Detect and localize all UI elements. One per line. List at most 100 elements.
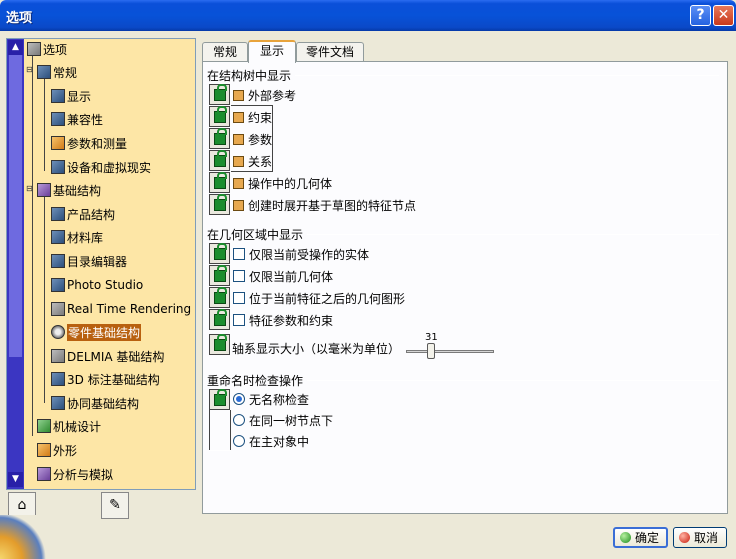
tree-item-parameters[interactable]: 参数和测量 [51, 134, 127, 152]
option-constraints[interactable]: 约束 [233, 107, 272, 127]
mechanical-design-icon [37, 419, 51, 433]
ok-button[interactable]: 确定 [613, 527, 668, 548]
tree-item-mechanical-design[interactable]: 机械设计 [37, 417, 101, 435]
option-current-operated-solid[interactable]: 仅限当前受操作的实体 [233, 244, 369, 264]
lock-toggle-button[interactable] [209, 333, 230, 355]
tab-general[interactable]: 常规 [202, 42, 248, 62]
lock-icon [213, 388, 227, 406]
lock-icon [213, 264, 227, 282]
tab-display[interactable]: 显示 [248, 40, 296, 63]
lock-toggle-button[interactable] [209, 286, 230, 308]
tree-item-general[interactable]: 常规 [37, 63, 77, 81]
help-button[interactable]: ? [690, 5, 711, 26]
tree-item-infrastructure[interactable]: 基础结构 [37, 181, 101, 199]
option-parameters[interactable]: 参数 [233, 129, 272, 149]
cancel-red-dot-icon [679, 532, 690, 543]
tree-item-photo-studio[interactable]: Photo Studio [51, 276, 143, 294]
scroll-up-arrow-icon[interactable]: ▲ [8, 40, 23, 55]
tree-item-shape[interactable]: 外形 [37, 441, 77, 459]
tree-connector [44, 197, 45, 403]
lock-toggle-button[interactable] [209, 388, 230, 410]
close-button[interactable]: ✕ [713, 5, 734, 26]
options-dialog: 选项 ? ✕ ▲ ▼ ⊟ ⊟ 选项 常规 显示 兼容性 参数和测量 设备和虚拟现… [0, 0, 736, 559]
tree-item-real-time-rendering[interactable]: Real Time Rendering [51, 300, 191, 318]
radio-group-bar [209, 450, 231, 451]
tree-item-compatibility[interactable]: 兼容性 [51, 110, 103, 128]
radio-selected[interactable] [233, 393, 245, 405]
tree-item-3d-annotation[interactable]: 3D 标注基础结构 [51, 370, 160, 388]
lock-icon [213, 308, 227, 326]
lock-toggle-button[interactable] [209, 308, 230, 330]
expand-toggle-icon[interactable]: ⊟ [26, 184, 33, 193]
tree-item-delmia[interactable]: DELMIA 基础结构 [51, 347, 164, 365]
lock-toggle-button[interactable] [209, 83, 230, 105]
axis-size-slider-track[interactable] [406, 350, 494, 353]
lock-toggle-button[interactable] [209, 171, 230, 193]
lock-icon [213, 149, 227, 167]
checkbox-checked[interactable] [233, 111, 244, 123]
scroll-thumb[interactable] [9, 55, 22, 357]
lock-toggle-button[interactable] [209, 105, 230, 127]
checkbox-unchecked[interactable] [233, 292, 245, 304]
lock-icon [213, 286, 227, 304]
expand-toggle-icon[interactable]: ⊟ [26, 65, 33, 74]
lock-toggle-button[interactable] [209, 242, 230, 264]
cancel-button[interactable]: 取消 [673, 527, 727, 548]
tree-item-part-infrastructure[interactable]: 零件基础结构 [51, 323, 142, 341]
lock-toggle-button[interactable] [209, 193, 230, 215]
group-title-geometry-display: 在几何区域中显示 [207, 226, 308, 243]
radio-main-object[interactable]: 在主对象中 [233, 431, 309, 451]
display-icon [51, 89, 65, 103]
checkbox-checked[interactable] [233, 89, 244, 101]
devices-vr-icon [51, 160, 65, 174]
checkbox-checked[interactable] [233, 177, 244, 189]
tree-item-options[interactable]: 选项 [27, 40, 67, 58]
option-feature-params-constraints[interactable]: 特征参数和约束 [233, 310, 333, 330]
tree-scrollbar[interactable]: ▲ ▼ [7, 39, 24, 489]
tree-tool-button-2[interactable]: ✎ [101, 492, 129, 519]
product-structure-icon [51, 207, 65, 221]
checkbox-checked[interactable] [233, 155, 244, 167]
gear-icon [51, 325, 65, 339]
lock-toggle-button[interactable] [209, 264, 230, 286]
tab-part-document[interactable]: 零件文档 [296, 42, 364, 62]
tree-item-analysis-simulation[interactable]: 分析与模拟 [37, 465, 113, 483]
parameters-measure-icon [51, 136, 65, 150]
option-relations[interactable]: 关系 [233, 151, 272, 171]
tree-item-collaboration[interactable]: 协同基础结构 [51, 394, 139, 412]
option-external-references[interactable]: 外部参考 [233, 85, 296, 105]
catalog-editor-icon [51, 254, 65, 268]
options-tree[interactable]: ▲ ▼ ⊟ ⊟ 选项 常规 显示 兼容性 参数和测量 设备和虚拟现实 基础结构 … [6, 38, 196, 490]
lock-icon [213, 193, 227, 211]
lock-toggle-button[interactable] [209, 149, 230, 171]
title-bar[interactable]: 选项 ? ✕ [0, 0, 736, 31]
tree-item-product-structure[interactable]: 产品结构 [51, 205, 115, 223]
lock-toggle-button[interactable] [209, 127, 230, 149]
tree-connector [44, 79, 45, 171]
lock-icon [213, 242, 227, 260]
axis-size-slider-thumb[interactable] [427, 343, 435, 359]
checkbox-checked[interactable] [233, 133, 244, 145]
radio-unselected[interactable] [233, 435, 245, 447]
checkbox-unchecked[interactable] [233, 314, 245, 326]
checkbox-unchecked[interactable] [233, 248, 245, 260]
tree-item-devices-vr[interactable]: 设备和虚拟现实 [51, 158, 151, 176]
radio-unselected[interactable] [233, 414, 245, 426]
decorative-corner [0, 515, 46, 559]
tree-item-material-library[interactable]: 材料库 [51, 228, 103, 246]
radio-same-tree-node[interactable]: 在同一树节点下 [233, 410, 333, 430]
checkbox-checked[interactable] [233, 199, 244, 211]
option-bodies-in-operation[interactable]: 操作中的几何体 [233, 173, 332, 193]
option-current-body-only[interactable]: 仅限当前几何体 [233, 266, 333, 286]
option-geometry-after-current-feature[interactable]: 位于当前特征之后的几何图形 [233, 288, 405, 308]
radio-no-name-check[interactable]: 无名称检查 [233, 389, 309, 409]
collaboration-icon [51, 396, 65, 410]
tree-item-catalog-editor[interactable]: 目录编辑器 [51, 252, 127, 270]
delmia-icon [51, 349, 65, 363]
lock-icon [213, 127, 227, 145]
scroll-down-arrow-icon[interactable]: ▼ [8, 472, 23, 487]
infrastructure-icon [37, 183, 51, 197]
checkbox-unchecked[interactable] [233, 270, 245, 282]
tree-item-display[interactable]: 显示 [51, 87, 91, 105]
option-expand-sketch-features[interactable]: 创建时展开基于草图的特征节点 [233, 195, 416, 215]
